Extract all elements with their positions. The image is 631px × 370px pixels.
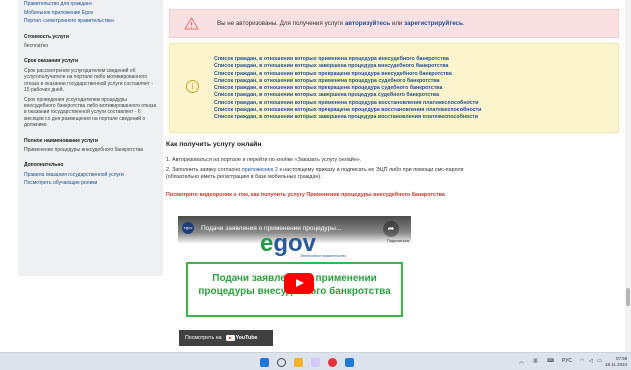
- windows-start-icon[interactable]: [260, 358, 269, 367]
- login-link[interactable]: авторизуйтесь: [345, 20, 390, 27]
- main-content: Вы не авторизованы. Для получения услуги…: [165, 0, 622, 352]
- watch-on-youtube-button[interactable]: Посмотреть на YouTube: [179, 330, 273, 346]
- register-link[interactable]: зарегистрируйтесь: [404, 20, 463, 27]
- list-link-judicial-completed[interactable]: Список граждан, в отношении которых заве…: [214, 92, 481, 99]
- video-embed[interactable]: egov Подачи заявления о применении проце…: [178, 216, 411, 349]
- file-explorer-icon[interactable]: [294, 358, 303, 367]
- appendix-link[interactable]: приложению 2: [242, 167, 278, 173]
- language-indicator[interactable]: РУС: [562, 358, 572, 364]
- how-to-title: Как получить услугу онлайн: [166, 141, 262, 148]
- warning-icon: [184, 17, 199, 30]
- egov-logo-subtitle: Электронное правительство: [300, 254, 347, 258]
- terms-text-procedure: Срок проведения услугодателем процедуры …: [24, 96, 157, 129]
- video-note: Посмотрите видеоролик о том, как получит…: [166, 192, 445, 198]
- list-link-recovery-completed[interactable]: Список граждан, в отношении которых заве…: [214, 114, 481, 121]
- sidebar-link-mobile-app[interactable]: Мобильное приложение Egov: [24, 10, 157, 17]
- telegram-icon[interactable]: [345, 358, 354, 367]
- play-button[interactable]: [284, 273, 314, 294]
- list-link-recovery-applied[interactable]: Список граждан, в отношении которых прим…: [214, 100, 481, 107]
- cost-heading: Стоимость услуги: [24, 33, 69, 40]
- sidebar-link-tutorials[interactable]: Посмотреть обучающие ролики: [24, 180, 157, 187]
- auth-alert-text: Вы не авторизованы. Для получения услуги…: [217, 20, 465, 27]
- share-icon[interactable]: ➦: [383, 221, 399, 237]
- network-icon[interactable]: ▥: [533, 358, 538, 364]
- page-scrollbar[interactable]: [625, 0, 631, 352]
- lists-panel: i Список граждан, в отношении которых пр…: [169, 43, 619, 133]
- list-link-extrajudicial-terminated[interactable]: Список граждан, в отношении которых прек…: [214, 71, 481, 78]
- taskbar: ︿ ▥ ⌨ РУС ◠ ◁ ▭ 07:59 18.11.2024: [0, 352, 631, 370]
- volume-icon[interactable]: ◁: [589, 358, 593, 364]
- clock[interactable]: 07:59 18.11.2024: [605, 356, 627, 368]
- sidebar: Правительство для граждан» Мобильное при…: [18, 0, 163, 276]
- cost-value: бесплатно: [24, 43, 49, 49]
- chevron-up-icon[interactable]: ︿: [519, 358, 524, 365]
- clock-date: 18.11.2024: [605, 362, 628, 367]
- channel-avatar[interactable]: egov: [182, 222, 194, 234]
- list-link-extrajudicial-completed[interactable]: Список граждан, в отношении которых заве…: [214, 63, 481, 70]
- wifi-icon[interactable]: ◠: [580, 358, 584, 364]
- share-label[interactable]: Поделиться: [387, 238, 409, 243]
- full-name-value: Применение процедуры внесудебного банкро…: [24, 147, 143, 154]
- step-2: 2. Заполнить заявку согласно приложению …: [166, 167, 464, 180]
- youtube-icon: [225, 335, 235, 341]
- battery-icon[interactable]: ▭: [597, 358, 602, 364]
- app-icon[interactable]: [311, 358, 320, 367]
- scrollbar-thumb[interactable]: [626, 288, 630, 306]
- search-icon[interactable]: [277, 358, 286, 367]
- step-1: 1. Авторизоваться на портале и перейти п…: [166, 157, 362, 163]
- info-icon: i: [186, 80, 199, 93]
- sidebar-link-gov-for-citizens[interactable]: Правительство для граждан»: [24, 1, 157, 8]
- terms-heading: Срок оказания услуги: [24, 58, 79, 65]
- bankruptcy-lists: Список граждан, в отношении которых прим…: [214, 56, 481, 122]
- sidebar-link-egov-portal[interactable]: Портал «электронного правительства»: [24, 18, 157, 25]
- yandex-browser-icon[interactable]: [328, 358, 337, 367]
- full-name-heading: Полное наименование услуги: [24, 137, 98, 144]
- keyboard-icon[interactable]: ⌨: [547, 358, 554, 364]
- sidebar-link-rules[interactable]: Правила оказания государственной услуги: [24, 172, 157, 179]
- auth-alert: Вы не авторизованы. Для получения услуги…: [169, 9, 619, 38]
- terms-text-review: Срок рассмотрения услугодателем сведений…: [24, 67, 153, 94]
